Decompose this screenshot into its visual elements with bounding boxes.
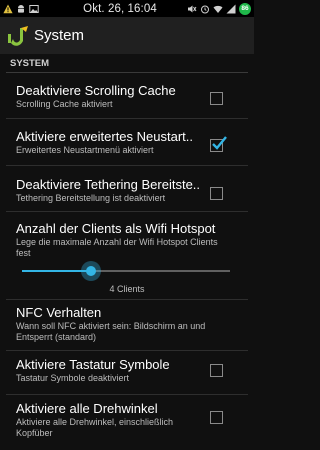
pref-title: Deaktiviere Scrolling Cache <box>16 83 176 98</box>
status-bar-system: 86 <box>168 2 254 15</box>
pref-summary: Lege die maximale Anzahl der Wifi Hotspo… <box>16 237 218 258</box>
hotspot-clients-slider[interactable] <box>22 261 230 281</box>
pref-scrolling-cache[interactable]: Deaktiviere Scrolling Cache Scrolling Ca… <box>0 73 254 115</box>
pref-summary: Tastatur Symbole deaktiviert <box>16 373 130 383</box>
scrolling-cache-checkbox[interactable] <box>210 92 223 105</box>
settings-list: SYSTEM Deaktiviere Scrolling Cache Scrol… <box>0 54 254 450</box>
slider-thumb[interactable] <box>81 261 101 281</box>
volume-mute-icon <box>188 5 197 12</box>
alarm-icon <box>201 5 209 13</box>
pref-title: Aktiviere erweitertes Neustart.. <box>16 129 194 144</box>
pref-all-rotations[interactable]: Aktiviere alle Drehwinkel Aktiviere alle… <box>0 395 254 450</box>
pref-keyboard-symbols[interactable]: Aktiviere Tastatur Symbole Tastatur Symb… <box>0 351 254 395</box>
signal-icon <box>226 4 236 13</box>
all-rotations-checkbox[interactable] <box>210 411 223 424</box>
pref-title: Aktiviere Tastatur Symbole <box>16 357 170 372</box>
page-title: System <box>34 27 85 44</box>
image-icon <box>29 4 39 13</box>
tethering-checkbox[interactable] <box>210 187 223 200</box>
app-logo-icon[interactable] <box>4 22 32 50</box>
status-bar-notifications <box>0 4 72 14</box>
pref-hotspot-clients[interactable]: Anzahl der Clients als Wifi Hotspot Lege… <box>0 212 254 298</box>
pref-title: NFC Verhalten <box>16 305 102 320</box>
battery-icon: 86 <box>239 2 251 15</box>
pref-title: Aktiviere alle Drehwinkel <box>16 401 158 416</box>
status-bar: Okt. 26, 16:04 86 <box>0 0 254 17</box>
pref-extended-reboot[interactable]: Aktiviere erweitertes Neustart.. Erweite… <box>0 119 254 163</box>
section-header: SYSTEM <box>10 57 50 69</box>
pref-title: Anzahl der Clients als Wifi Hotspot <box>16 221 216 236</box>
pref-summary: Tethering Bereitstellung ist deaktiviert <box>16 193 166 203</box>
pref-nfc-behavior[interactable]: NFC Verhalten Wann soll NFC aktiviert se… <box>0 300 254 350</box>
android-icon <box>18 4 24 13</box>
pref-summary: Wann soll NFC aktiviert sein: Bildschirm… <box>16 321 206 342</box>
action-bar: System <box>0 17 254 54</box>
pref-summary: Erweitertes Neustartmenü aktiviert <box>16 145 154 155</box>
checkmark-icon <box>212 136 227 150</box>
slider-value-label: 4 Clients <box>109 284 145 294</box>
pref-title: Deaktiviere Tethering Bereitste.. <box>16 177 201 192</box>
keyboard-symbols-checkbox[interactable] <box>210 364 223 377</box>
pref-tethering-provisioning[interactable]: Deaktiviere Tethering Bereitste.. Tether… <box>0 166 254 210</box>
pref-summary: Aktiviere alle Drehwinkel, einschließlic… <box>16 417 174 438</box>
warning-icon <box>3 4 13 13</box>
pref-summary: Scrolling Cache aktiviert <box>16 99 113 109</box>
status-clock: Okt. 26, 16:04 <box>83 2 157 15</box>
wifi-icon <box>213 5 223 13</box>
extended-reboot-checkbox[interactable] <box>210 136 227 152</box>
